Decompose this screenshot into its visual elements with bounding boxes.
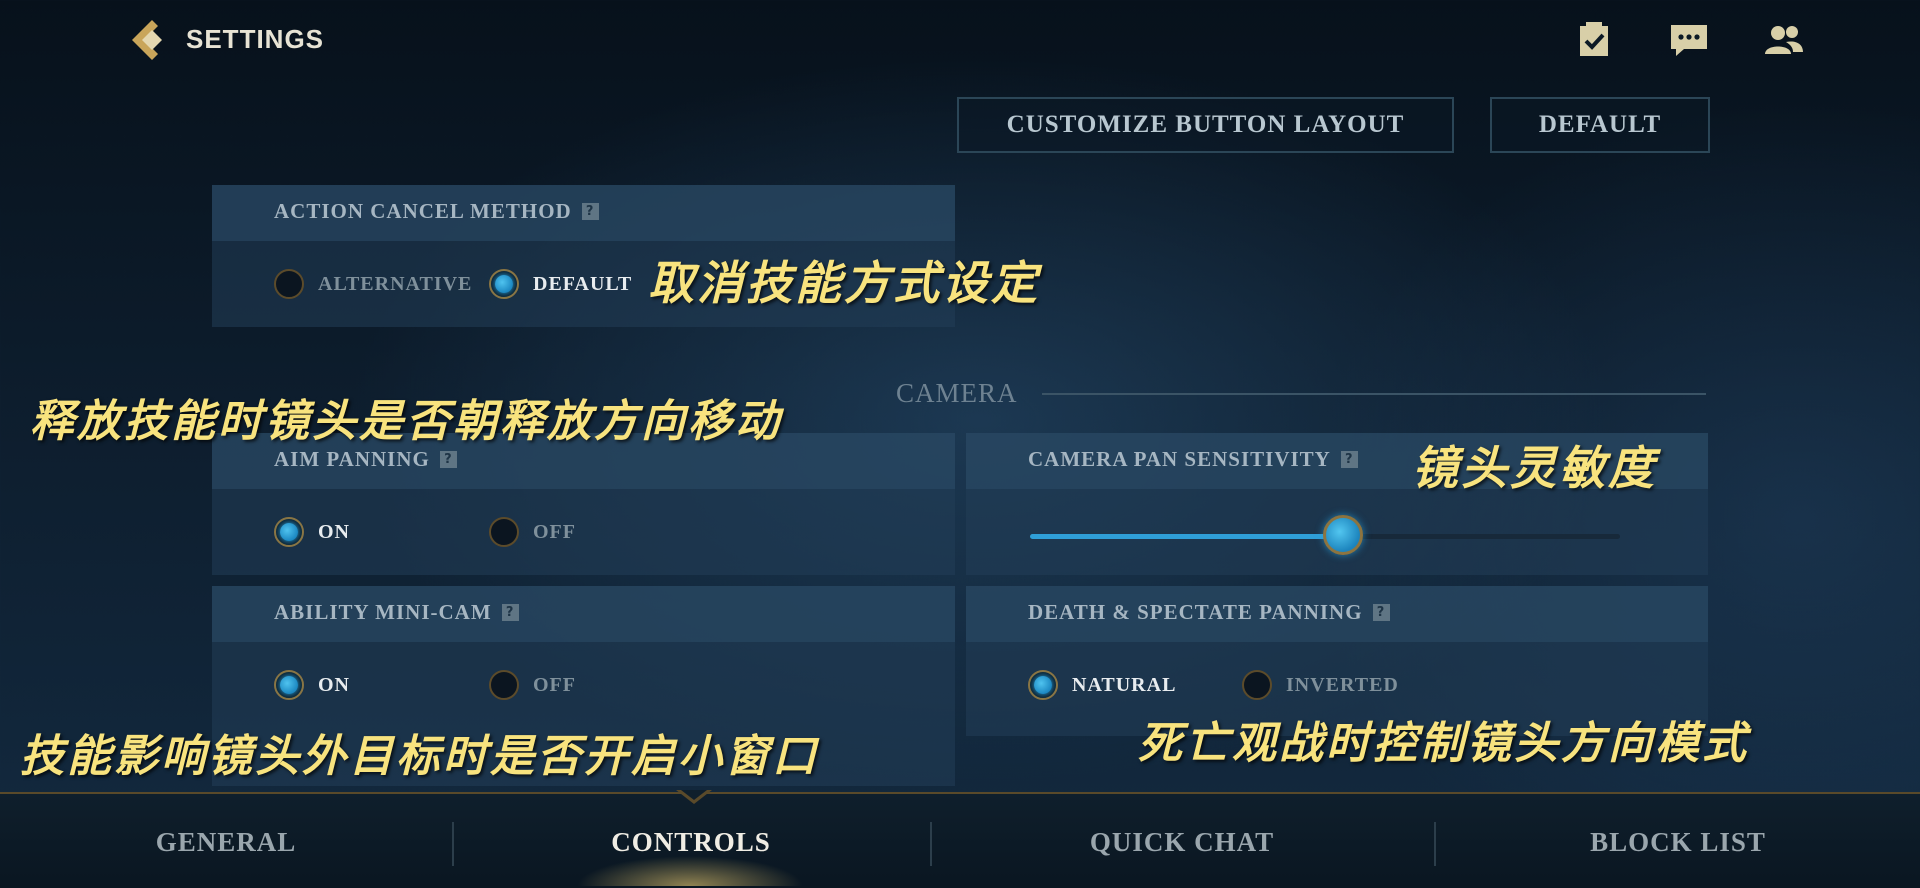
help-icon[interactable]: ?: [501, 604, 519, 621]
radio-circle-icon: [1242, 670, 1272, 700]
ability-minicam-label: ABILITY MINI-CAM: [274, 600, 492, 624]
radio-circle-icon: [274, 269, 304, 299]
help-icon[interactable]: ?: [581, 203, 599, 220]
radio-aim-on[interactable]: ON: [274, 517, 350, 547]
radio-circle-icon: [489, 670, 519, 700]
camera-sensitivity-label: CAMERA PAN SENSITIVITY: [1028, 447, 1331, 471]
back-arrow-icon[interactable]: [128, 18, 172, 62]
tab-controls-label: CONTROLS: [611, 826, 771, 857]
customize-button-label: CUSTOMIZE BUTTON LAYOUT: [1006, 111, 1405, 138]
radio-default[interactable]: DEFAULT: [489, 269, 632, 299]
section-divider: [1042, 393, 1706, 395]
aim-panning-panel: AIM PANNING ? ON OFF: [212, 433, 955, 575]
radio-default-label: DEFAULT: [533, 272, 633, 295]
tab-general[interactable]: GENERAL: [0, 812, 452, 872]
friends-icon[interactable]: [1762, 20, 1803, 60]
caption-action-cancel: 取消技能方式设定: [648, 256, 1040, 310]
customize-button-layout-button[interactable]: CUSTOMIZE BUTTON LAYOUT: [957, 97, 1454, 153]
sensitivity-slider-thumb[interactable]: [1322, 515, 1363, 555]
radio-natural[interactable]: NATURAL: [1028, 670, 1176, 700]
tab-general-label: GENERAL: [155, 826, 297, 857]
radio-alternative[interactable]: ALTERNATIVE: [274, 269, 472, 299]
ability-minicam-header: ABILITY MINI-CAM ?: [212, 586, 955, 642]
radio-minicam-on[interactable]: ON: [274, 670, 350, 700]
radio-minicam-on-label: ON: [318, 673, 350, 696]
action-cancel-header: ACTION CANCEL METHOD ?: [212, 185, 955, 241]
help-icon[interactable]: ?: [439, 451, 457, 468]
checklist-icon[interactable]: [1574, 20, 1614, 60]
radio-aim-off-label: OFF: [533, 520, 576, 543]
death-spectate-label: DEATH & SPECTATE PANNING: [1028, 600, 1363, 624]
tab-block-list[interactable]: BLOCK LIST: [1436, 812, 1920, 872]
chat-icon[interactable]: [1668, 20, 1708, 60]
radio-selected-icon: [1028, 670, 1058, 700]
sensitivity-slider-fill: [1030, 534, 1343, 539]
help-icon[interactable]: ?: [1372, 604, 1390, 621]
default-button[interactable]: DEFAULT: [1490, 97, 1710, 153]
help-icon[interactable]: ?: [1340, 451, 1358, 468]
tab-quick-chat-label: QUICK CHAT: [1089, 826, 1275, 857]
aim-panning-label: AIM PANNING: [274, 447, 430, 471]
radio-circle-icon: [489, 517, 519, 547]
death-spectate-header: DEATH & SPECTATE PANNING ?: [966, 586, 1708, 642]
radio-selected-icon: [489, 269, 519, 299]
active-tab-indicator-inner: [681, 790, 707, 800]
camera-sensitivity-label-row: CAMERA PAN SENSITIVITY ?: [1028, 447, 1358, 472]
radio-inverted[interactable]: INVERTED: [1242, 670, 1399, 700]
radio-alternative-label: ALTERNATIVE: [318, 272, 473, 295]
page-title: SETTINGS: [186, 24, 325, 54]
camera-section-title: CAMERA: [896, 378, 1018, 408]
radio-selected-icon: [274, 517, 304, 547]
action-cancel-label-row: ACTION CANCEL METHOD ?: [274, 199, 599, 224]
tab-controls[interactable]: CONTROLS: [454, 812, 928, 872]
death-spectate-label-row: DEATH & SPECTATE PANNING ?: [1028, 600, 1390, 625]
caption-death-spectate: 死亡观战时控制镜头方向模式: [1138, 718, 1749, 769]
default-button-label: DEFAULT: [1538, 111, 1662, 138]
caption-sensitivity: 镜头灵敏度: [1412, 441, 1657, 495]
aim-panning-label-row: AIM PANNING ?: [274, 447, 457, 472]
radio-minicam-off-label: OFF: [533, 673, 576, 696]
tab-quick-chat[interactable]: QUICK CHAT: [932, 812, 1432, 872]
tab-block-list-label: BLOCK LIST: [1590, 826, 1766, 857]
radio-natural-label: NATURAL: [1072, 673, 1177, 696]
radio-minicam-off[interactable]: OFF: [489, 670, 576, 700]
radio-selected-icon: [274, 670, 304, 700]
radio-aim-on-label: ON: [318, 520, 350, 543]
caption-minicam: 技能影响镜头外目标时是否开启小窗口: [20, 731, 819, 782]
radio-aim-off[interactable]: OFF: [489, 517, 576, 547]
ability-minicam-label-row: ABILITY MINI-CAM ?: [274, 600, 519, 625]
action-cancel-label: ACTION CANCEL METHOD: [274, 199, 572, 223]
radio-inverted-label: INVERTED: [1286, 673, 1399, 696]
caption-aim-panning: 释放技能时镜头是否朝释放方向移动: [30, 396, 782, 447]
